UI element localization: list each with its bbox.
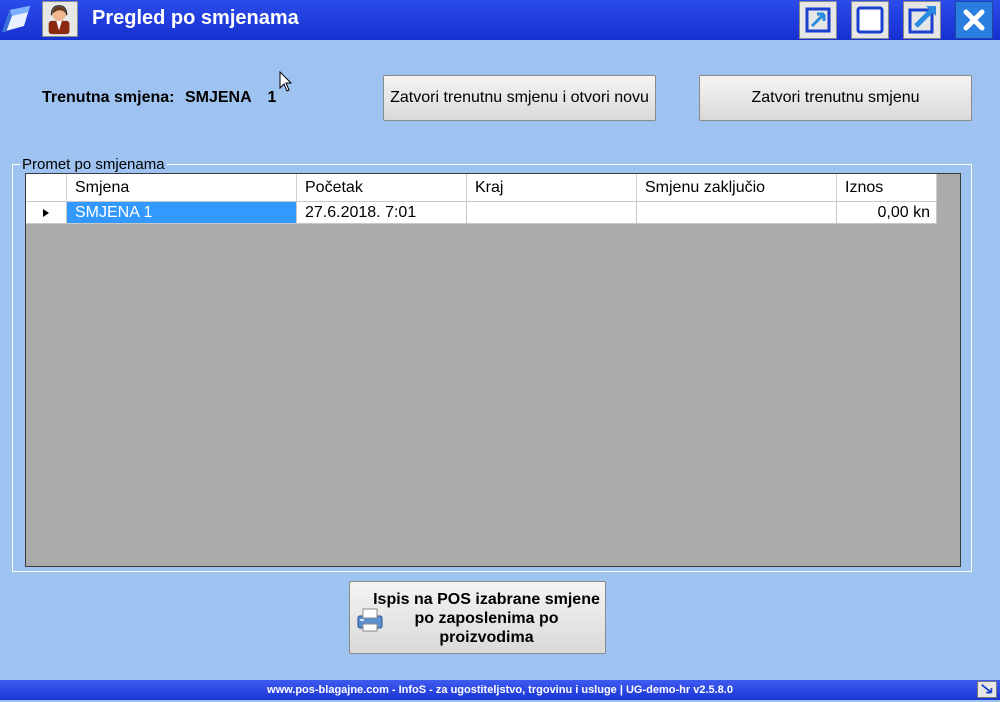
print-pos-button[interactable]: Ispis na POS izabrane smjene po zaposlen… bbox=[349, 581, 606, 654]
title-bar: Pregled po smjenama bbox=[0, 0, 1000, 40]
cell-iznos[interactable]: 0,00 kn bbox=[837, 202, 937, 224]
cell-kraj[interactable] bbox=[467, 202, 637, 224]
row-pointer-icon bbox=[43, 208, 49, 217]
restore-button[interactable] bbox=[799, 1, 837, 39]
table-row[interactable]: SMJENA 1 27.6.2018. 7:01 0,00 kn bbox=[26, 202, 937, 224]
cell-smjena[interactable]: SMJENA 1 bbox=[67, 202, 297, 224]
column-header-kraj[interactable]: Kraj bbox=[467, 174, 637, 202]
column-header-zakljucio[interactable]: Smjenu zaključio bbox=[637, 174, 837, 202]
current-shift-value: SMJENA bbox=[184, 89, 252, 106]
app-logo-icon bbox=[2, 6, 30, 32]
current-shift-label: Trenutna smjena: SMJENA 1 bbox=[42, 89, 276, 107]
close-current-shift-button[interactable]: Zatvori trenutnu smjenu bbox=[699, 75, 972, 121]
table-header: Smjena Početak Kraj Smjenu zaključio Izn… bbox=[26, 174, 937, 202]
close-and-open-shift-button[interactable]: Zatvori trenutnu smjenu i otvori novu bbox=[383, 75, 656, 121]
shifts-table[interactable]: Smjena Početak Kraj Smjenu zaključio Izn… bbox=[25, 173, 961, 567]
edit-icon bbox=[908, 6, 936, 34]
edit-button[interactable] bbox=[903, 1, 941, 39]
close-icon bbox=[963, 9, 985, 31]
close-button[interactable] bbox=[955, 1, 993, 39]
window-title: Pregled po smjenama bbox=[92, 7, 299, 29]
column-header-smjena[interactable]: Smjena bbox=[67, 174, 297, 202]
mouse-cursor-icon bbox=[279, 71, 293, 92]
resize-icon bbox=[981, 683, 993, 694]
cell-pocetak[interactable]: 27.6.2018. 7:01 bbox=[297, 202, 467, 224]
cell-zakljucio[interactable] bbox=[637, 202, 837, 224]
print-pos-label: Ispis na POS izabrane smjene po zaposlen… bbox=[373, 591, 600, 646]
status-footer: www.pos-blagajne.com - InfoS - za ugosti… bbox=[0, 680, 1000, 700]
maximize-icon bbox=[856, 6, 884, 34]
column-header-iznos[interactable]: Iznos bbox=[837, 174, 937, 202]
column-header-pocetak[interactable]: Početak bbox=[297, 174, 467, 202]
group-title: Promet po smjenama bbox=[20, 156, 167, 173]
current-shift-number: 1 bbox=[267, 89, 277, 106]
user-button[interactable] bbox=[42, 1, 78, 37]
current-shift-caption: Trenutna smjena: bbox=[42, 89, 175, 106]
restore-icon bbox=[805, 7, 831, 33]
row-selector[interactable] bbox=[26, 202, 67, 224]
user-icon bbox=[48, 5, 70, 35]
maximize-button[interactable] bbox=[851, 1, 889, 39]
resize-grip[interactable] bbox=[977, 681, 997, 698]
row-header-corner bbox=[26, 174, 67, 202]
